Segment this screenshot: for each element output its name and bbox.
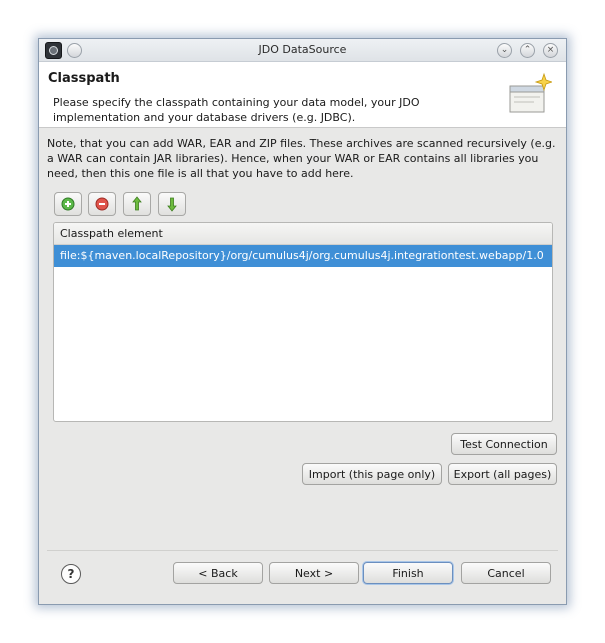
title-bar[interactable]: JDO DataSource ⌄ ⌃ × [39,39,566,62]
move-down-icon [167,197,177,212]
info-note: Note, that you can add WAR, EAR and ZIP … [47,137,556,180]
move-up-icon [132,196,142,211]
classpath-table[interactable]: Classpath element file:${maven.localRepo… [53,222,553,422]
minimize-icon[interactable]: ⌄ [497,43,512,58]
wizard-header: Classpath Please specify the classpath c… [39,62,566,128]
help-icon[interactable]: ? [61,564,81,584]
window-title: JDO DataSource [258,43,347,56]
page-title: Classpath [48,71,120,86]
next-button[interactable]: Next > [269,562,359,584]
move-up-button[interactable] [123,192,151,216]
back-button[interactable]: < Back [173,562,263,584]
export-button[interactable]: Export (all pages) [448,463,557,485]
wizard-banner-icon [509,72,552,113]
page-description: Please specify the classpath containing … [53,96,420,124]
close-icon[interactable]: × [543,43,558,58]
finish-button[interactable]: Finish [363,562,453,584]
test-connection-button[interactable]: Test Connection [451,433,557,455]
maximize-icon[interactable]: ⌃ [520,43,535,58]
import-button[interactable]: Import (this page only) [302,463,442,485]
move-down-button[interactable] [158,192,186,216]
remove-button[interactable] [88,192,116,216]
add-icon [61,197,75,211]
cancel-button[interactable]: Cancel [461,562,551,584]
table-row[interactable]: file:${maven.localRepository}/org/cumulu… [54,245,552,267]
footer-separator [47,550,558,551]
dialog-window: JDO DataSource ⌄ ⌃ × Classpath Please sp… [38,38,567,605]
remove-icon [95,197,109,211]
column-header-classpath-element[interactable]: Classpath element [54,223,552,245]
add-button[interactable] [54,192,82,216]
